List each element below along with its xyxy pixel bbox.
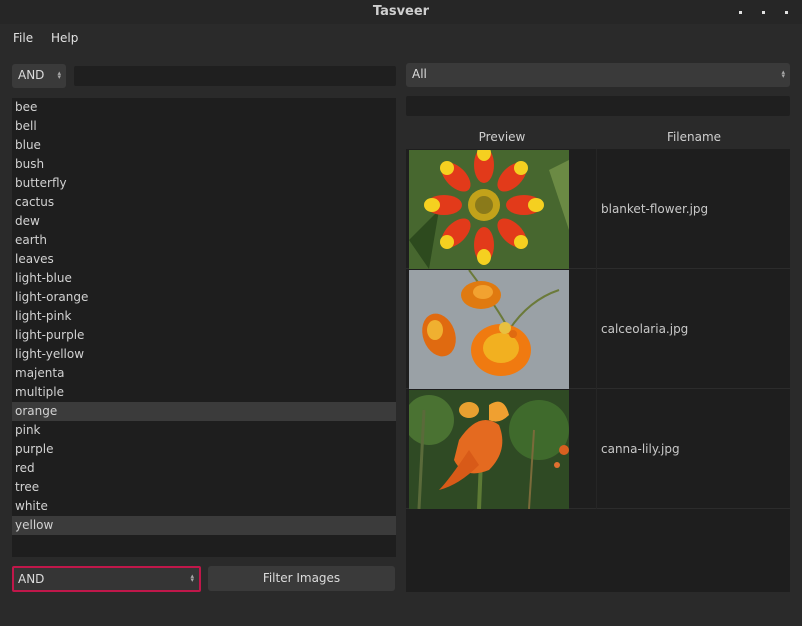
column-header-filename[interactable]: Filename: [598, 125, 790, 149]
calceolaria-image: [409, 270, 569, 389]
tag-list-item[interactable]: bell: [12, 117, 396, 136]
tag-list-item[interactable]: earth: [12, 231, 396, 250]
tag-list[interactable]: bee bell blue bush butterfly cactus dew earth le…: [12, 98, 396, 557]
tag-list-item[interactable]: pink: [12, 421, 396, 440]
minimize-button[interactable]: [739, 11, 742, 14]
menu-bar: File Help: [0, 24, 802, 52]
updown-arrow-icon: ▴ ▾: [190, 572, 194, 584]
window-title: Tasveer: [372, 4, 430, 19]
tag-list-item[interactable]: blue: [12, 136, 396, 155]
tag-list-item[interactable]: purple: [12, 440, 396, 459]
tag-list-item[interactable]: multiple: [12, 383, 396, 402]
column-header-preview[interactable]: Preview: [406, 125, 598, 149]
tag-list-item[interactable]: majenta: [12, 364, 396, 383]
tag-list-item[interactable]: light-blue: [12, 269, 396, 288]
tag-list-item[interactable]: cactus: [12, 193, 396, 212]
table-row[interactable]: blanket-flower.jpg: [406, 150, 790, 269]
tag-mode-select-bottom[interactable]: AND ▴ ▾: [12, 566, 201, 592]
tag-list-item[interactable]: light-pink: [12, 307, 396, 326]
tag-list-item[interactable]: orange: [12, 402, 396, 421]
menu-help[interactable]: Help: [51, 31, 78, 45]
tag-list-item[interactable]: yellow: [12, 516, 396, 535]
tag-list-item[interactable]: butterfly: [12, 174, 396, 193]
updown-arrow-icon: ▴ ▾: [57, 69, 61, 81]
blanket-flower-image: [409, 150, 569, 269]
table-row[interactable]: canna-lily.jpg: [406, 390, 790, 509]
tag-list-item[interactable]: light-orange: [12, 288, 396, 307]
path-input[interactable]: [406, 96, 790, 116]
tag-list-item[interactable]: light-purple: [12, 326, 396, 345]
canna-lily-image: [409, 390, 569, 509]
results-table: Preview Filename blanket-flower.jpg calc…: [406, 125, 790, 592]
tag-list-item[interactable]: bee: [12, 98, 396, 117]
maximize-button[interactable]: [762, 11, 765, 14]
folder-select-value: All: [412, 67, 427, 81]
tag-mode-value: AND: [18, 572, 45, 586]
file-name: blanket-flower.jpg: [601, 202, 709, 216]
tag-list-item[interactable]: red: [12, 459, 396, 478]
tag-list-item[interactable]: bush: [12, 155, 396, 174]
filter-images-button[interactable]: Filter Images: [208, 566, 395, 591]
menu-file[interactable]: File: [13, 31, 33, 45]
tag-list-item[interactable]: white: [12, 497, 396, 516]
tag-mode-select-top[interactable]: AND ▴ ▾: [12, 64, 66, 88]
title-bar: Tasveer: [0, 0, 802, 24]
tag-mode-value: AND: [18, 68, 45, 82]
tag-list-item[interactable]: leaves: [12, 250, 396, 269]
table-row[interactable]: calceolaria.jpg: [406, 270, 790, 389]
folder-select[interactable]: All ▴ ▾: [406, 63, 790, 87]
file-name: canna-lily.jpg: [601, 442, 680, 456]
updown-arrow-icon: ▴ ▾: [781, 68, 785, 80]
tag-list-item[interactable]: light-yellow: [12, 345, 396, 364]
tag-list-item[interactable]: dew: [12, 212, 396, 231]
tag-list-item[interactable]: tree: [12, 478, 396, 497]
tag-search-input[interactable]: [74, 66, 396, 86]
column-divider: [596, 149, 597, 509]
file-name: calceolaria.jpg: [601, 322, 689, 336]
close-button[interactable]: [785, 11, 788, 14]
